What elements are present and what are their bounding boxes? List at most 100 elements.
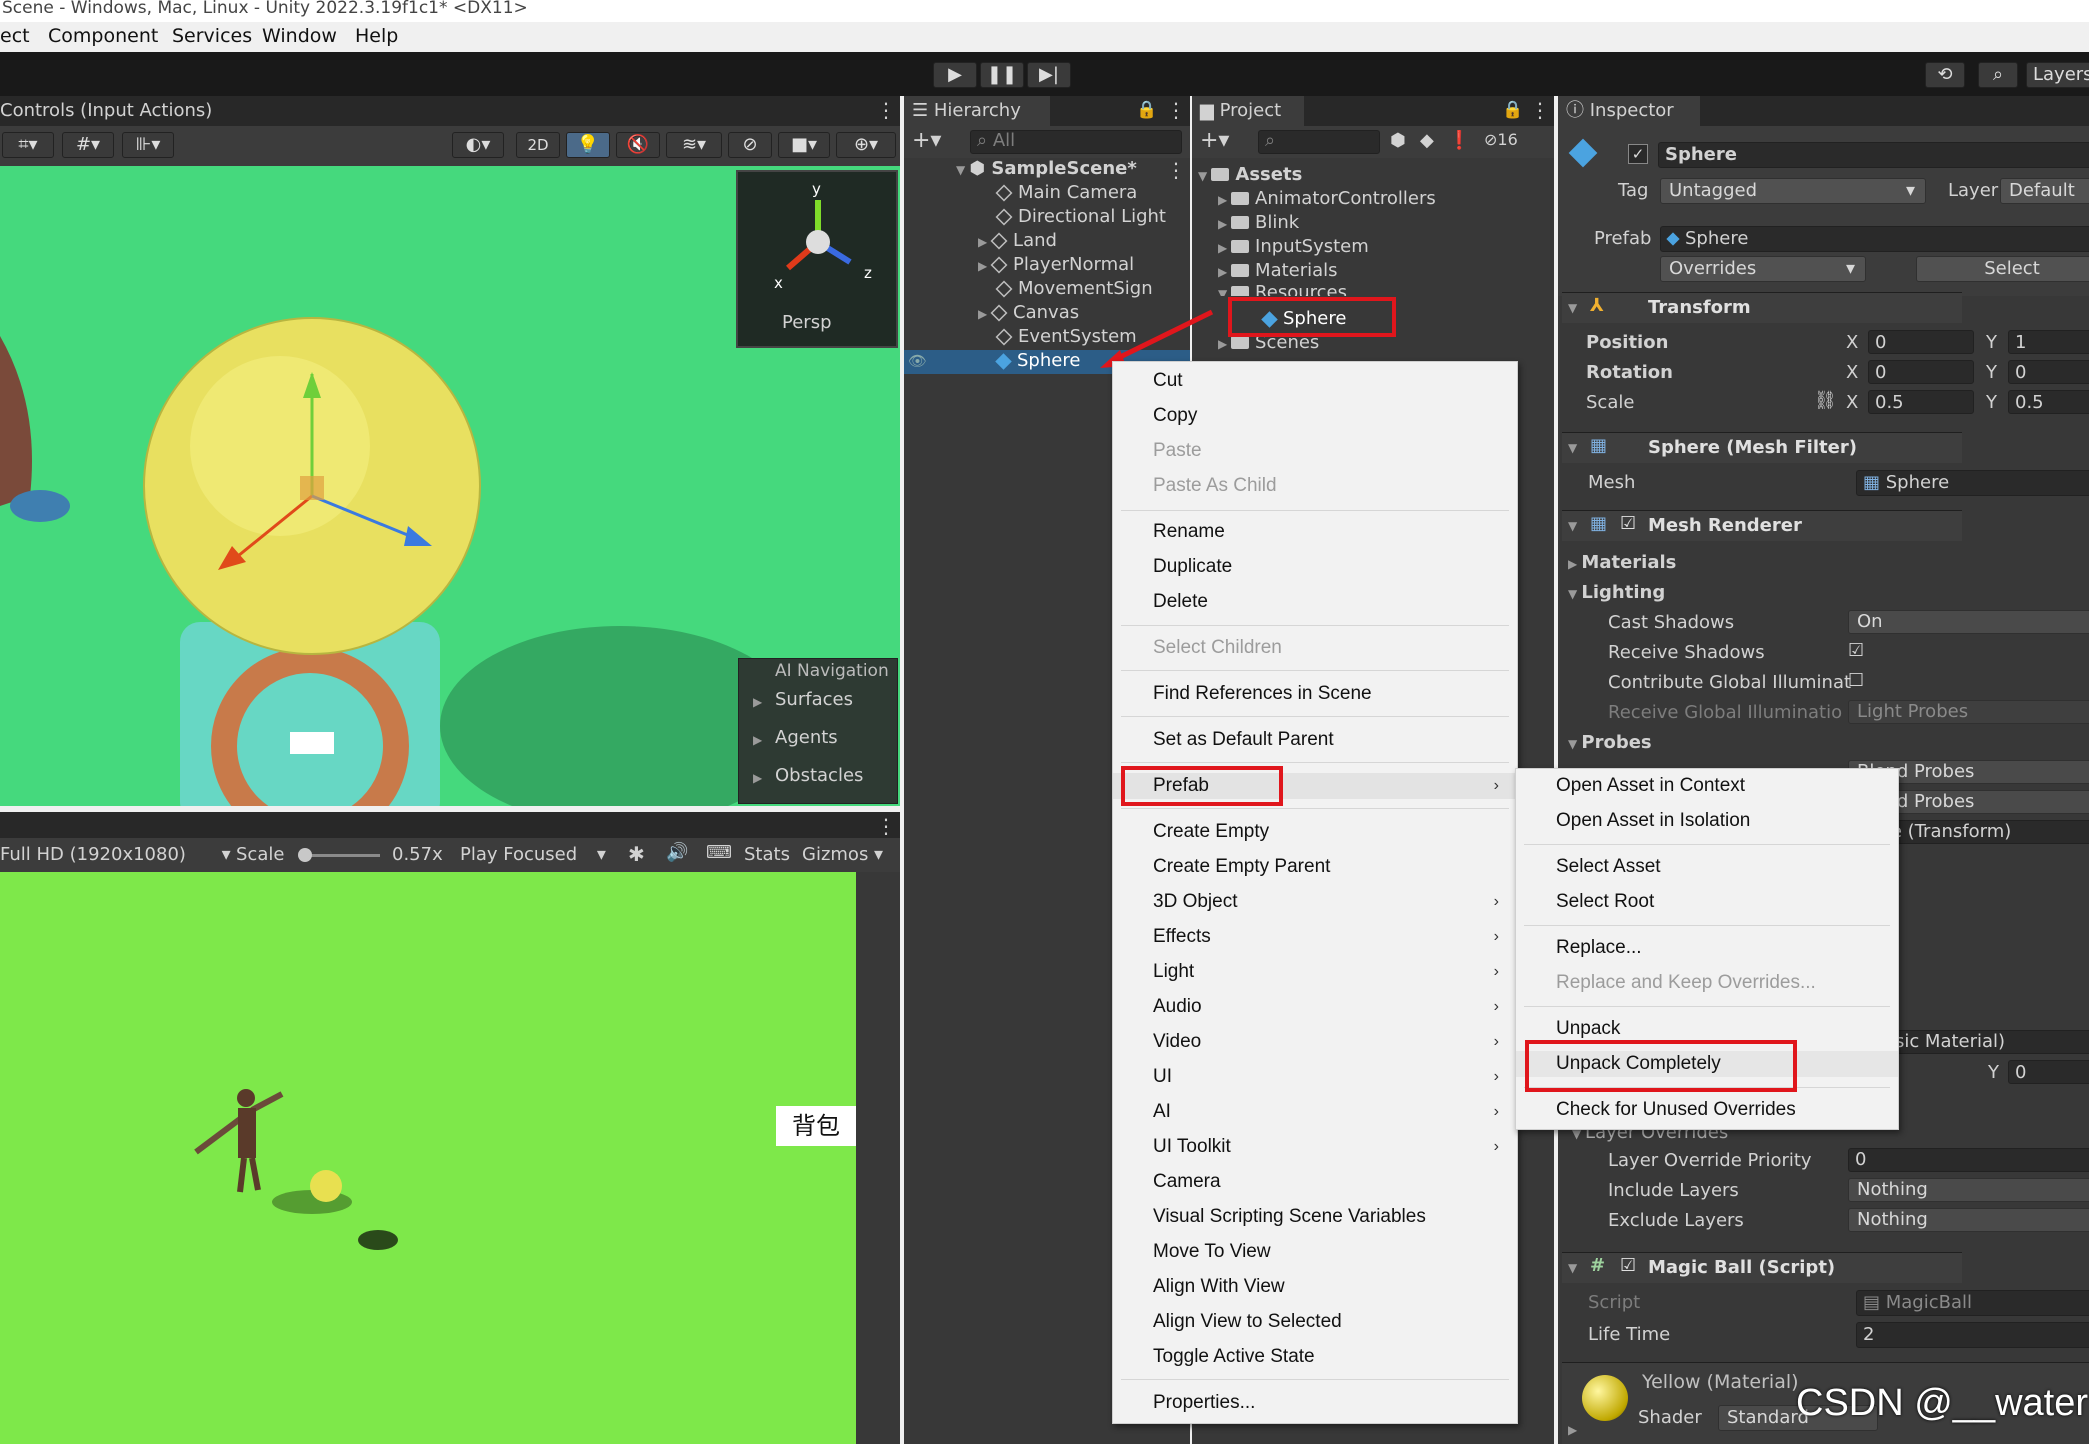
contribute-gi-checkbox[interactable]: ☐ bbox=[1848, 670, 1864, 691]
lighting-foldout[interactable]: ▼ Lighting bbox=[1568, 582, 1665, 603]
hidden-packages-icon[interactable]: ⊘16 bbox=[1484, 130, 1518, 149]
menu-set-default-parent[interactable]: Set as Default Parent bbox=[1113, 727, 1517, 753]
hierarchy-item-directional-light[interactable]: Directional Light bbox=[995, 206, 1166, 227]
script-enabled-checkbox[interactable]: ☑ bbox=[1620, 1255, 1636, 1276]
hierarchy-item-movementsign[interactable]: MovementSign bbox=[995, 278, 1153, 299]
visibility-icon[interactable]: 👁 bbox=[908, 352, 927, 370]
menu-cut[interactable]: Cut bbox=[1113, 368, 1517, 394]
label-icon[interactable]: ◆ bbox=[1420, 130, 1434, 151]
menu-component[interactable]: Component bbox=[48, 25, 158, 47]
mesh-renderer-checkbox[interactable]: ☑ bbox=[1620, 513, 1636, 534]
submenu-select-root[interactable]: Select Root bbox=[1516, 889, 1898, 915]
menu-duplicate[interactable]: Duplicate bbox=[1113, 554, 1517, 580]
hierarchy-item-main-camera[interactable]: Main Camera bbox=[995, 182, 1137, 203]
menu-light[interactable]: Light › bbox=[1113, 959, 1517, 985]
menu-ui-toolkit[interactable]: UI Toolkit › bbox=[1113, 1134, 1517, 1160]
magic-ball-header[interactable]: ▼ # ☑ Magic Ball (Script) bbox=[1562, 1252, 1962, 1283]
filter-type-icon[interactable]: ⬢ bbox=[1390, 130, 1406, 151]
audio-mute-icon[interactable]: 🔊 bbox=[666, 842, 688, 863]
gizmos-dropdown[interactable]: Gizmos ▾ bbox=[802, 844, 883, 865]
project-assets-root[interactable]: ▼ Assets bbox=[1198, 164, 1302, 185]
scale-y-field[interactable]: 0.5 bbox=[2008, 390, 2089, 414]
menu-camera[interactable]: Camera bbox=[1113, 1169, 1517, 1195]
hierarchy-item-land[interactable]: ▶ Land bbox=[978, 230, 1057, 251]
submenu-open-asset-in-isolation[interactable]: Open Asset in Isolation bbox=[1516, 808, 1898, 834]
effects-toggle-icon[interactable]: ≋▾ bbox=[666, 132, 722, 158]
cast-shadows-dropdown[interactable]: On bbox=[1848, 610, 2089, 634]
game-more-icon[interactable]: ⋮ bbox=[876, 814, 896, 838]
hierarchy-more-icon[interactable]: ⋮ bbox=[1166, 98, 1186, 122]
increment-snap-icon[interactable]: ⊪▾ bbox=[122, 132, 174, 158]
hierarchy-search-input[interactable]: ⌕ All bbox=[970, 130, 1182, 154]
menu-align-view-to-selected[interactable]: Align View to Selected bbox=[1113, 1309, 1517, 1335]
project-folder-resources[interactable]: ▼ Resources bbox=[1218, 282, 1347, 296]
step-button[interactable]: ▶| bbox=[1027, 62, 1071, 88]
hierarchy-tab[interactable]: ☰ Hierarchy bbox=[904, 96, 1050, 126]
menu-delete[interactable]: Delete bbox=[1113, 589, 1517, 615]
exclude-layers-dropdown[interactable]: Nothing bbox=[1848, 1208, 2089, 1232]
menu-create-empty-parent[interactable]: Create Empty Parent bbox=[1113, 854, 1517, 880]
submenu-open-asset-in-context[interactable]: Open Asset in Context bbox=[1516, 773, 1898, 799]
project-folder-animatorcontrollers[interactable]: ▶ AnimatorControllers bbox=[1218, 188, 1436, 209]
inspector-tab[interactable]: ⓘ Inspector bbox=[1558, 96, 1700, 126]
menu-effects[interactable]: Effects › bbox=[1113, 924, 1517, 950]
project-folder-blink[interactable]: ▶ Blink bbox=[1218, 212, 1299, 233]
project-tab[interactable]: ▆ Project bbox=[1192, 96, 1304, 126]
gizmos-toggle-icon[interactable]: ⊕▾ bbox=[836, 132, 896, 158]
persp-label[interactable]: Persp bbox=[782, 312, 832, 333]
menu-toggle-active-state[interactable]: Toggle Active State bbox=[1113, 1344, 1517, 1370]
submenu-replace[interactable]: Replace... bbox=[1516, 935, 1898, 961]
pause-button[interactable]: ❚❚ bbox=[980, 62, 1024, 88]
menu-video[interactable]: Video › bbox=[1113, 1029, 1517, 1055]
ai-obstacles[interactable]: Obstacles bbox=[775, 765, 863, 786]
submenu-check-unused-overrides[interactable]: Check for Unused Overrides bbox=[1516, 1097, 1898, 1123]
project-more-icon[interactable]: ⋮ bbox=[1530, 98, 1550, 122]
audio-toggle-icon[interactable]: 🔇 bbox=[616, 132, 660, 158]
materials-foldout[interactable]: ▶ Materials bbox=[1568, 552, 1676, 573]
warning-icon[interactable]: ❗ bbox=[1448, 130, 1470, 151]
active-checkbox[interactable]: ✓ bbox=[1628, 144, 1648, 164]
layer-override-priority-field[interactable]: 0 bbox=[1848, 1148, 2089, 1172]
select-button[interactable]: Select bbox=[1916, 256, 2089, 282]
hidden-objects-icon[interactable]: ⊘ bbox=[728, 132, 772, 158]
collider-y-field[interactable]: 0 bbox=[2008, 1060, 2089, 1084]
project-lock-icon[interactable]: 🔒 bbox=[1502, 100, 1523, 120]
scene-more-icon[interactable]: ⋮ bbox=[1166, 158, 1186, 182]
menu-copy[interactable]: Copy bbox=[1113, 403, 1517, 429]
hierarchy-item-canvas[interactable]: ▶ Canvas bbox=[978, 302, 1079, 323]
shading-mode-icon[interactable]: ◐▾ bbox=[452, 132, 504, 158]
prefab-asset-field[interactable]: Sphere bbox=[1660, 226, 2089, 252]
project-add-icon[interactable]: +▾ bbox=[1200, 128, 1229, 153]
transform-header[interactable]: ▼ ⅄ Transform bbox=[1562, 292, 1962, 323]
project-folder-materials[interactable]: ▶ Materials bbox=[1218, 260, 1338, 281]
ai-surfaces[interactable]: Surfaces bbox=[775, 689, 853, 710]
menu-move-to-view[interactable]: Move To View bbox=[1113, 1239, 1517, 1265]
bug-icon[interactable]: ✱ bbox=[628, 842, 645, 866]
layer-dropdown[interactable]: Default bbox=[2000, 178, 2089, 204]
mesh-renderer-header[interactable]: ▼ ▦ ☑ Mesh Renderer bbox=[1562, 510, 1962, 541]
menu-project[interactable]: ect bbox=[0, 25, 30, 47]
scale-x-field[interactable]: 0.5 bbox=[1868, 390, 1974, 414]
menu-ai[interactable]: AI › bbox=[1113, 1099, 1517, 1125]
backpack-button[interactable]: 背包 bbox=[776, 1106, 856, 1146]
lifetime-field[interactable]: 2 bbox=[1856, 1322, 2089, 1348]
play-button[interactable]: ▶ bbox=[933, 62, 977, 88]
scale-slider[interactable] bbox=[300, 854, 380, 857]
submenu-select-asset[interactable]: Select Asset bbox=[1516, 854, 1898, 880]
menu-ui[interactable]: UI › bbox=[1113, 1064, 1517, 1090]
orientation-gizmo[interactable]: y x z Persp bbox=[736, 170, 898, 348]
lighting-toggle-icon[interactable]: 💡 bbox=[566, 132, 610, 158]
menu-properties[interactable]: Properties... bbox=[1113, 1390, 1517, 1416]
transform-tools-icon[interactable]: ⌗▾ bbox=[2, 132, 54, 158]
lock-icon[interactable]: 🔒 bbox=[1136, 100, 1157, 120]
menu-help[interactable]: Help bbox=[355, 25, 398, 47]
position-y-field[interactable]: 1 bbox=[2008, 330, 2089, 354]
overrides-dropdown[interactable]: Overrides ▾ bbox=[1660, 256, 1866, 282]
menu-find-references[interactable]: Find References in Scene bbox=[1113, 681, 1517, 707]
menu-align-with-view[interactable]: Align With View bbox=[1113, 1274, 1517, 1300]
ai-agents[interactable]: Agents bbox=[775, 727, 838, 748]
game-viewport[interactable]: 背包 bbox=[0, 872, 856, 1444]
more-icon[interactable]: ⋮ bbox=[876, 98, 896, 122]
scene-viewport[interactable]: y x z Persp AI Navigation Surfaces Agent… bbox=[0, 166, 900, 806]
mesh-field[interactable]: ▦ Sphere bbox=[1856, 470, 2089, 496]
